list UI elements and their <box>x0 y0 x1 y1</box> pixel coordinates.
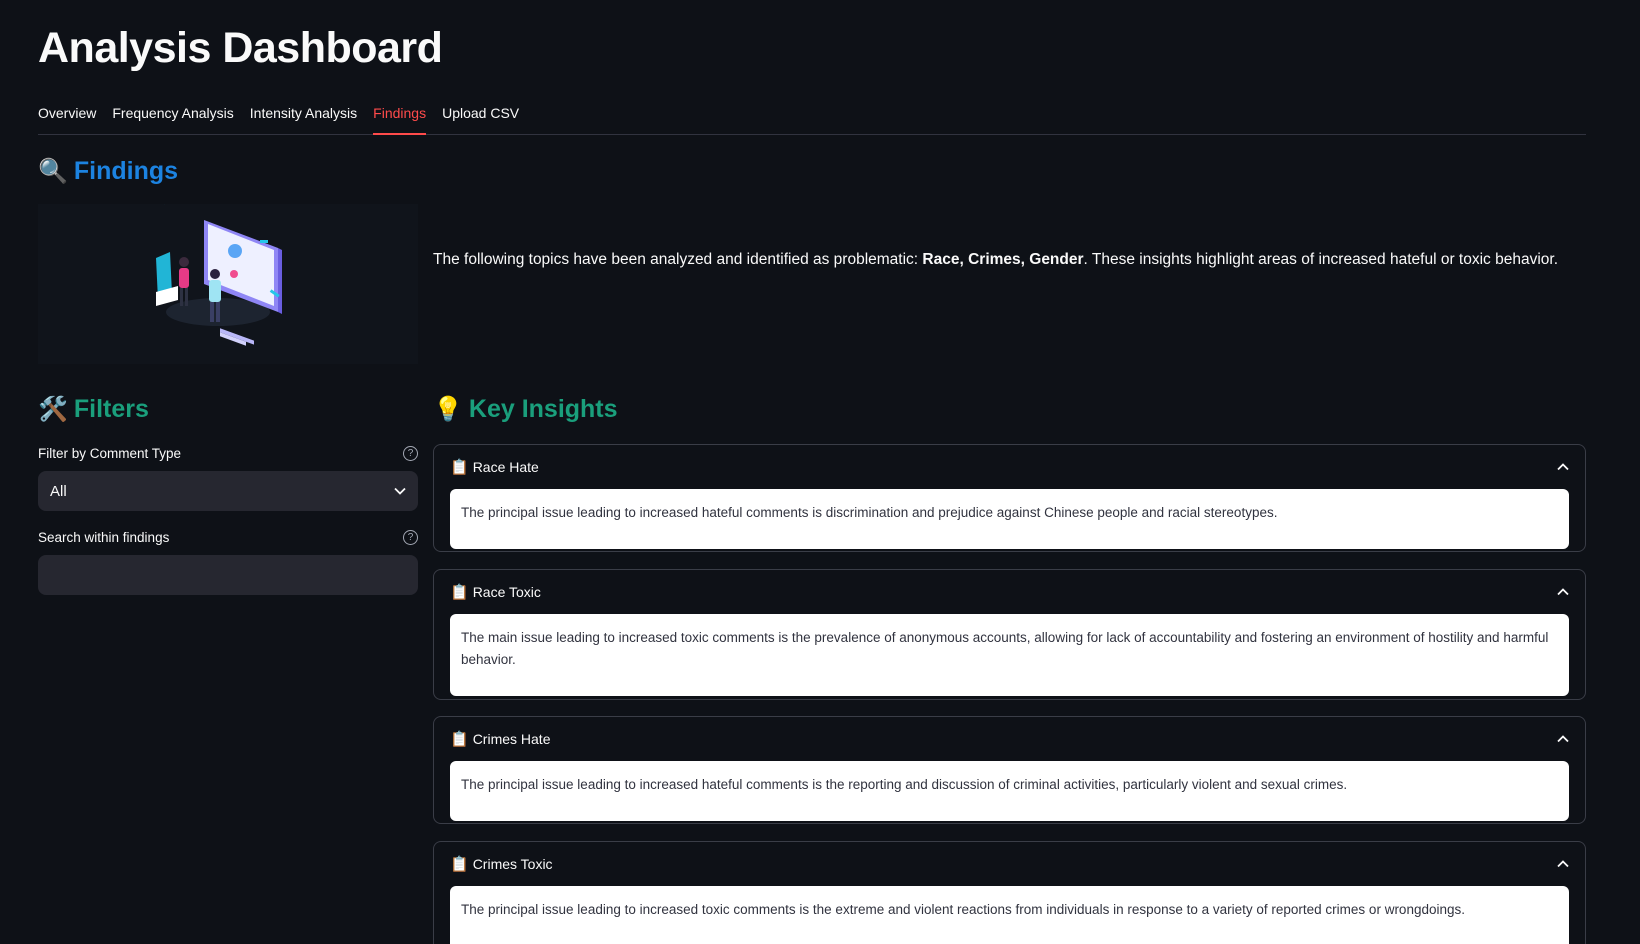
tab-overview[interactable]: Overview <box>38 101 96 135</box>
analysis-illustration <box>38 187 418 364</box>
expander-title: 📋 Crimes Toxic <box>450 855 553 873</box>
clipboard-icon: 📋 <box>450 459 469 476</box>
insight-expander-crimes-hate: 📋 Crimes Hate The principal issue leadin… <box>433 716 1586 824</box>
findings-intro: The following topics have been analyzed … <box>433 249 1593 271</box>
key-insights-heading-text: Key Insights <box>468 395 618 423</box>
expander-header[interactable]: 📋 Race Toxic <box>434 570 1585 614</box>
tab-upload-csv[interactable]: Upload CSV <box>442 101 519 135</box>
tab-frequency-analysis[interactable]: Frequency Analysis <box>112 101 233 135</box>
expander-header[interactable]: 📋 Race Hate <box>434 445 1585 489</box>
chevron-down-icon <box>394 487 406 495</box>
lightbulb-icon: 💡 <box>433 396 463 423</box>
key-insights-heading: 💡 Key Insights <box>433 395 618 424</box>
clipboard-icon: 📋 <box>450 856 469 873</box>
expander-title: 📋 Crimes Hate <box>450 730 550 748</box>
findings-heading: 🔍 Findings <box>38 157 178 186</box>
filters-heading: 🛠️ Filters <box>38 395 149 424</box>
tab-intensity-analysis[interactable]: Intensity Analysis <box>250 101 357 135</box>
expander-header[interactable]: 📋 Crimes Hate <box>434 717 1585 761</box>
chevron-up-icon <box>1557 735 1569 743</box>
chevron-up-icon <box>1557 463 1569 471</box>
clipboard-icon: 📋 <box>450 731 469 748</box>
findings-heading-text: Findings <box>73 157 179 185</box>
help-icon[interactable]: ? <box>403 530 418 545</box>
clipboard-icon: 📋 <box>450 584 469 601</box>
expander-title-text: Crimes Hate <box>472 731 551 747</box>
expander-header[interactable]: 📋 Crimes Toxic <box>434 842 1585 886</box>
comment-type-value: All <box>50 482 67 500</box>
intro-topics: Race, Crimes, Gender <box>922 251 1084 268</box>
chevron-up-icon <box>1557 588 1569 596</box>
help-icon[interactable]: ? <box>403 446 418 461</box>
comment-type-select[interactable]: All <box>38 471 418 511</box>
insight-text: The main issue leading to increased toxi… <box>450 614 1569 696</box>
comment-type-label-row: Filter by Comment Type ? <box>38 446 418 461</box>
search-label: Search within findings <box>38 530 170 545</box>
page-title: Analysis Dashboard <box>38 24 443 72</box>
intro-suffix: . These insights highlight areas of incr… <box>1083 251 1558 268</box>
insight-text: The principal issue leading to increased… <box>450 886 1569 944</box>
dashboard-page: Analysis Dashboard Overview Frequency An… <box>0 0 1640 944</box>
magnifier-icon: 🔍 <box>38 158 68 185</box>
insight-text: The principal issue leading to increased… <box>450 761 1569 821</box>
expander-title-text: Race Toxic <box>472 584 541 600</box>
intro-prefix: The following topics have been analyzed … <box>433 251 923 268</box>
insight-expander-crimes-toxic: 📋 Crimes Toxic The principal issue leadi… <box>433 841 1586 944</box>
search-label-row: Search within findings ? <box>38 530 418 545</box>
people-at-dashboard-illustration <box>156 187 282 346</box>
tab-findings[interactable]: Findings <box>373 101 427 135</box>
tools-icon: 🛠️ <box>38 396 68 423</box>
expander-title: 📋 Race Toxic <box>450 583 541 601</box>
expander-title-text: Crimes Toxic <box>472 856 553 872</box>
comment-type-label: Filter by Comment Type <box>38 446 182 461</box>
insight-expander-race-toxic: 📋 Race Toxic The main issue leading to i… <box>433 569 1586 700</box>
expander-title-text: Race Hate <box>472 459 539 475</box>
insight-expander-race-hate: 📋 Race Hate The principal issue leading … <box>433 444 1586 552</box>
insight-text: The principal issue leading to increased… <box>450 489 1569 549</box>
tab-bar: Overview Frequency Analysis Intensity An… <box>38 101 1586 135</box>
search-findings-input[interactable] <box>38 555 418 595</box>
chevron-up-icon <box>1557 860 1569 868</box>
filters-heading-text: Filters <box>73 395 149 423</box>
expander-title: 📋 Race Hate <box>450 458 539 476</box>
